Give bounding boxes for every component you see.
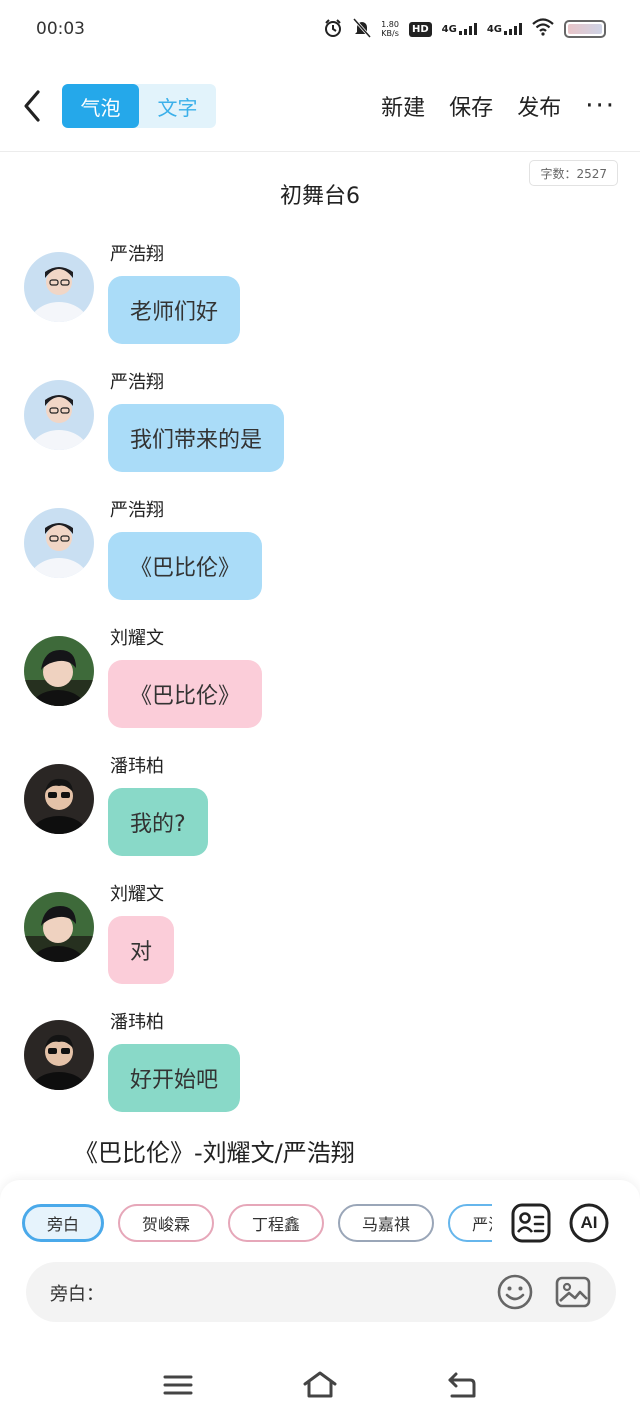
ai-label: AI <box>580 1213 598 1232</box>
menu-icon <box>163 1375 193 1395</box>
chat-message[interactable]: 严浩翔 我们带来的是 <box>24 368 584 496</box>
hd-badge: HD <box>408 21 432 37</box>
avatar[interactable] <box>24 252 94 322</box>
image-button[interactable] <box>554 1273 592 1311</box>
speed-value: 1.80 <box>381 20 399 29</box>
mode-toggle: 气泡 文字 <box>62 84 216 128</box>
home-button[interactable] <box>302 1370 338 1400</box>
chevron-left-icon <box>24 90 40 122</box>
avatar[interactable] <box>24 636 94 706</box>
message-bubble[interactable]: 老师们好 <box>108 276 241 344</box>
signal-sim1: 4G <box>442 23 477 35</box>
publish-button[interactable]: 发布 <box>517 90 561 122</box>
message-sender: 严浩翔 <box>110 500 164 521</box>
status-time: 00:03 <box>36 19 85 39</box>
character-chip-narrator[interactable]: 旁白 <box>22 1204 105 1242</box>
smiley-icon <box>497 1274 533 1310</box>
battery-icon <box>564 20 606 38</box>
chapter-title[interactable]: 初舞台6 <box>0 178 640 210</box>
message-bubble[interactable]: 《巴比伦》 <box>108 532 263 600</box>
contact-card-icon <box>511 1203 551 1243</box>
home-icon <box>303 1371 337 1398</box>
more-button[interactable]: ··· <box>585 93 616 119</box>
message-sender: 潘玮柏 <box>110 1012 164 1033</box>
chat-message[interactable]: 潘玮柏 好开始吧 <box>24 1008 584 1136</box>
chat-message[interactable]: 刘耀文 《巴比伦》 <box>24 624 584 752</box>
character-chip[interactable]: 马嘉祺 <box>338 1204 435 1242</box>
speaker-prefix: 旁白： <box>50 1284 104 1305</box>
alarm-icon <box>323 18 343 40</box>
image-icon <box>555 1276 591 1308</box>
ai-button[interactable]: AI <box>568 1202 610 1244</box>
editor-toolbar: 气泡 文字 新建 保存 发布 ··· <box>0 62 640 152</box>
avatar[interactable] <box>24 1020 94 1090</box>
speed-unit: KB/s <box>381 29 399 38</box>
message-bubble[interactable]: 好开始吧 <box>108 1044 241 1112</box>
chat-message[interactable]: 潘玮柏 我的? <box>24 752 584 880</box>
signal-sim2: 4G <box>487 23 522 35</box>
character-chip[interactable]: 丁程鑫 <box>228 1204 325 1242</box>
chat-message[interactable]: 严浩翔 老师们好 <box>24 240 584 368</box>
tab-text[interactable]: 文字 <box>139 84 216 128</box>
narration-line[interactable]: 《巴比伦》-刘耀文/严浩翔 <box>74 1133 355 1168</box>
save-button[interactable]: 保存 <box>449 90 493 122</box>
character-selector: 旁白 贺峻霖 丁程鑫 马嘉祺 严浩 <box>22 1204 492 1244</box>
mute-bell-icon <box>353 18 372 40</box>
character-card-button[interactable] <box>510 1202 552 1244</box>
avatar[interactable] <box>24 380 94 450</box>
emoji-button[interactable] <box>496 1273 534 1311</box>
message-input[interactable]: 旁白： <box>26 1262 616 1322</box>
message-sender: 刘耀文 <box>110 628 164 649</box>
character-chip[interactable]: 贺峻霖 <box>118 1204 215 1242</box>
signal-bars-icon <box>504 23 522 35</box>
chat-message[interactable]: 严浩翔 《巴比伦》 <box>24 496 584 624</box>
message-sender: 严浩翔 <box>110 244 164 265</box>
message-sender: 严浩翔 <box>110 372 164 393</box>
compose-panel: 旁白 贺峻霖 丁程鑫 马嘉祺 严浩 AI 旁白： <box>0 1180 640 1348</box>
status-bar: 00:03 1.80 KB/s HD 4G 4G <box>0 0 640 62</box>
avatar[interactable] <box>24 508 94 578</box>
avatar[interactable] <box>24 892 94 962</box>
network-speed: 1.80 KB/s <box>381 20 399 38</box>
wifi-icon <box>532 18 554 40</box>
system-nav-bar <box>0 1348 640 1422</box>
back-button[interactable] <box>18 86 50 126</box>
new-button[interactable]: 新建 <box>381 90 425 122</box>
character-chip[interactable]: 严浩 <box>448 1204 492 1242</box>
message-bubble[interactable]: 对 <box>108 916 175 984</box>
sim2-label: 4G <box>486 24 502 35</box>
sim1-label: 4G <box>441 24 457 35</box>
chat-message[interactable]: 刘耀文 对 <box>24 880 584 1008</box>
message-bubble[interactable]: 《巴比伦》 <box>108 660 263 728</box>
tab-bubble[interactable]: 气泡 <box>62 84 139 128</box>
message-bubble[interactable]: 我的? <box>108 788 208 856</box>
message-bubble[interactable]: 我们带来的是 <box>108 404 285 472</box>
back-nav-button[interactable] <box>446 1370 478 1400</box>
message-sender: 潘玮柏 <box>110 756 164 777</box>
signal-bars-icon <box>458 23 477 35</box>
avatar[interactable] <box>24 764 94 834</box>
recents-button[interactable] <box>162 1370 194 1400</box>
return-icon <box>448 1372 476 1398</box>
message-sender: 刘耀文 <box>110 884 164 905</box>
